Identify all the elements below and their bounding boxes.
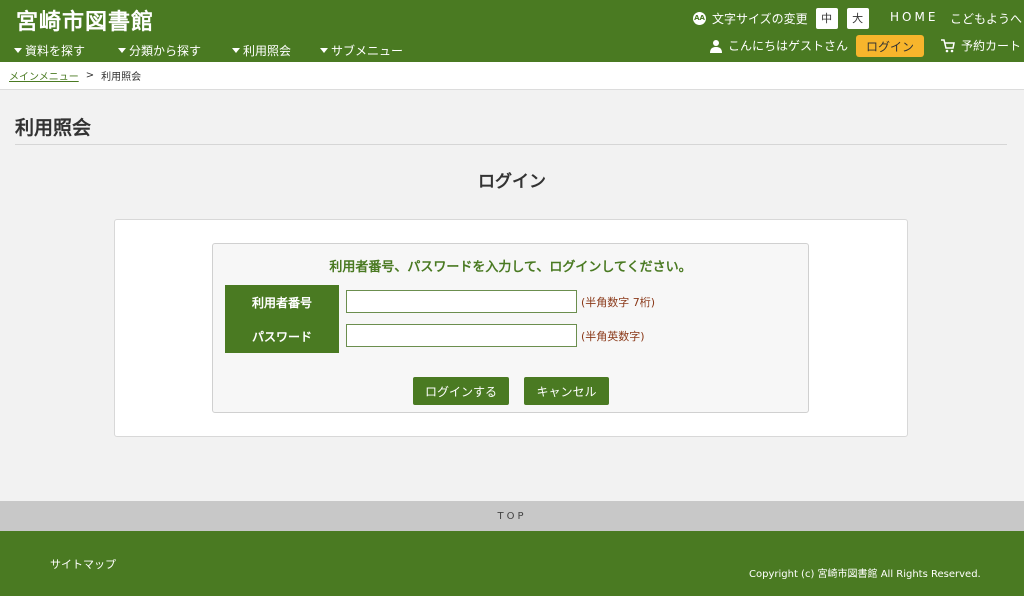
login-heading: ログイン (478, 172, 546, 192)
greeting-text: こんにちはゲストさん (728, 39, 849, 53)
nav-item-search[interactable]: 資料を探す (14, 42, 85, 59)
user-greeting: こんにちはゲストさん (709, 37, 848, 54)
font-size-control: AA 文字サイズの変更 中 大 (693, 7, 869, 29)
back-to-top-link[interactable]: TOP (0, 501, 1024, 531)
header-login-button[interactable]: ログイン (856, 35, 924, 57)
nav-item-label: 分類から探す (129, 44, 202, 58)
font-size-icon: AA (693, 11, 706, 25)
page-title: 利用照会 (15, 117, 92, 139)
nav-item-classification[interactable]: 分類から探す (118, 42, 201, 59)
nav-item-usage[interactable]: 利用照会 (232, 42, 291, 59)
cart-icon (941, 38, 955, 52)
breadcrumb-home-link[interactable]: メインメニュー (9, 68, 79, 83)
cart-label: 予約カート (961, 39, 1022, 53)
font-size-large-button[interactable]: 大 (846, 7, 869, 29)
site-title[interactable]: 宮崎市図書館 (16, 4, 154, 36)
nav-item-label: サブメニュー (331, 44, 404, 58)
password-hint: (半角英数字) (581, 330, 645, 343)
breadcrumb-current: 利用照会 (101, 72, 142, 83)
user-number-label: 利用者番号 (225, 285, 339, 319)
site-footer: サイトマップ Copyright (c) 宮崎市図書館 All Rights R… (0, 531, 1024, 596)
user-number-input[interactable] (346, 290, 577, 313)
sitemap-link[interactable]: サイトマップ (50, 556, 116, 572)
caret-down-icon (14, 48, 22, 53)
font-size-label: 文字サイズの変更 (712, 11, 808, 26)
nav-item-submenu[interactable]: サブメニュー (320, 42, 403, 59)
password-label: パスワード (225, 319, 339, 353)
submit-login-button[interactable]: ログインする (413, 377, 509, 405)
title-divider (15, 144, 1007, 145)
caret-down-icon (118, 48, 126, 53)
copyright-text: Copyright (c) 宮崎市図書館 All Rights Reserved… (749, 569, 981, 580)
cancel-button[interactable]: キャンセル (524, 377, 609, 405)
breadcrumb: メインメニュー > 利用照会 (0, 62, 1024, 90)
breadcrumb-separator: > (85, 70, 95, 81)
site-header: 宮崎市図書館 AA 文字サイズの変更 中 大 HOME こどもようへ 資料を探す… (0, 0, 1024, 62)
reservation-cart-link[interactable]: 予約カート (941, 37, 1021, 54)
nav-item-label: 資料を探す (25, 44, 86, 58)
user-icon (710, 39, 722, 53)
login-instruction: 利用者番号、パスワードを入力して、ログインしてください。 (329, 260, 692, 275)
user-number-hint: (半角数字 7桁) (581, 296, 656, 309)
font-size-medium-button[interactable]: 中 (815, 7, 838, 29)
kids-link[interactable]: こどもようへ (950, 10, 1022, 27)
caret-down-icon (320, 48, 328, 53)
nav-item-label: 利用照会 (243, 44, 292, 58)
caret-down-icon (232, 48, 240, 53)
password-input[interactable] (346, 324, 577, 347)
home-link[interactable]: HOME (890, 10, 938, 24)
